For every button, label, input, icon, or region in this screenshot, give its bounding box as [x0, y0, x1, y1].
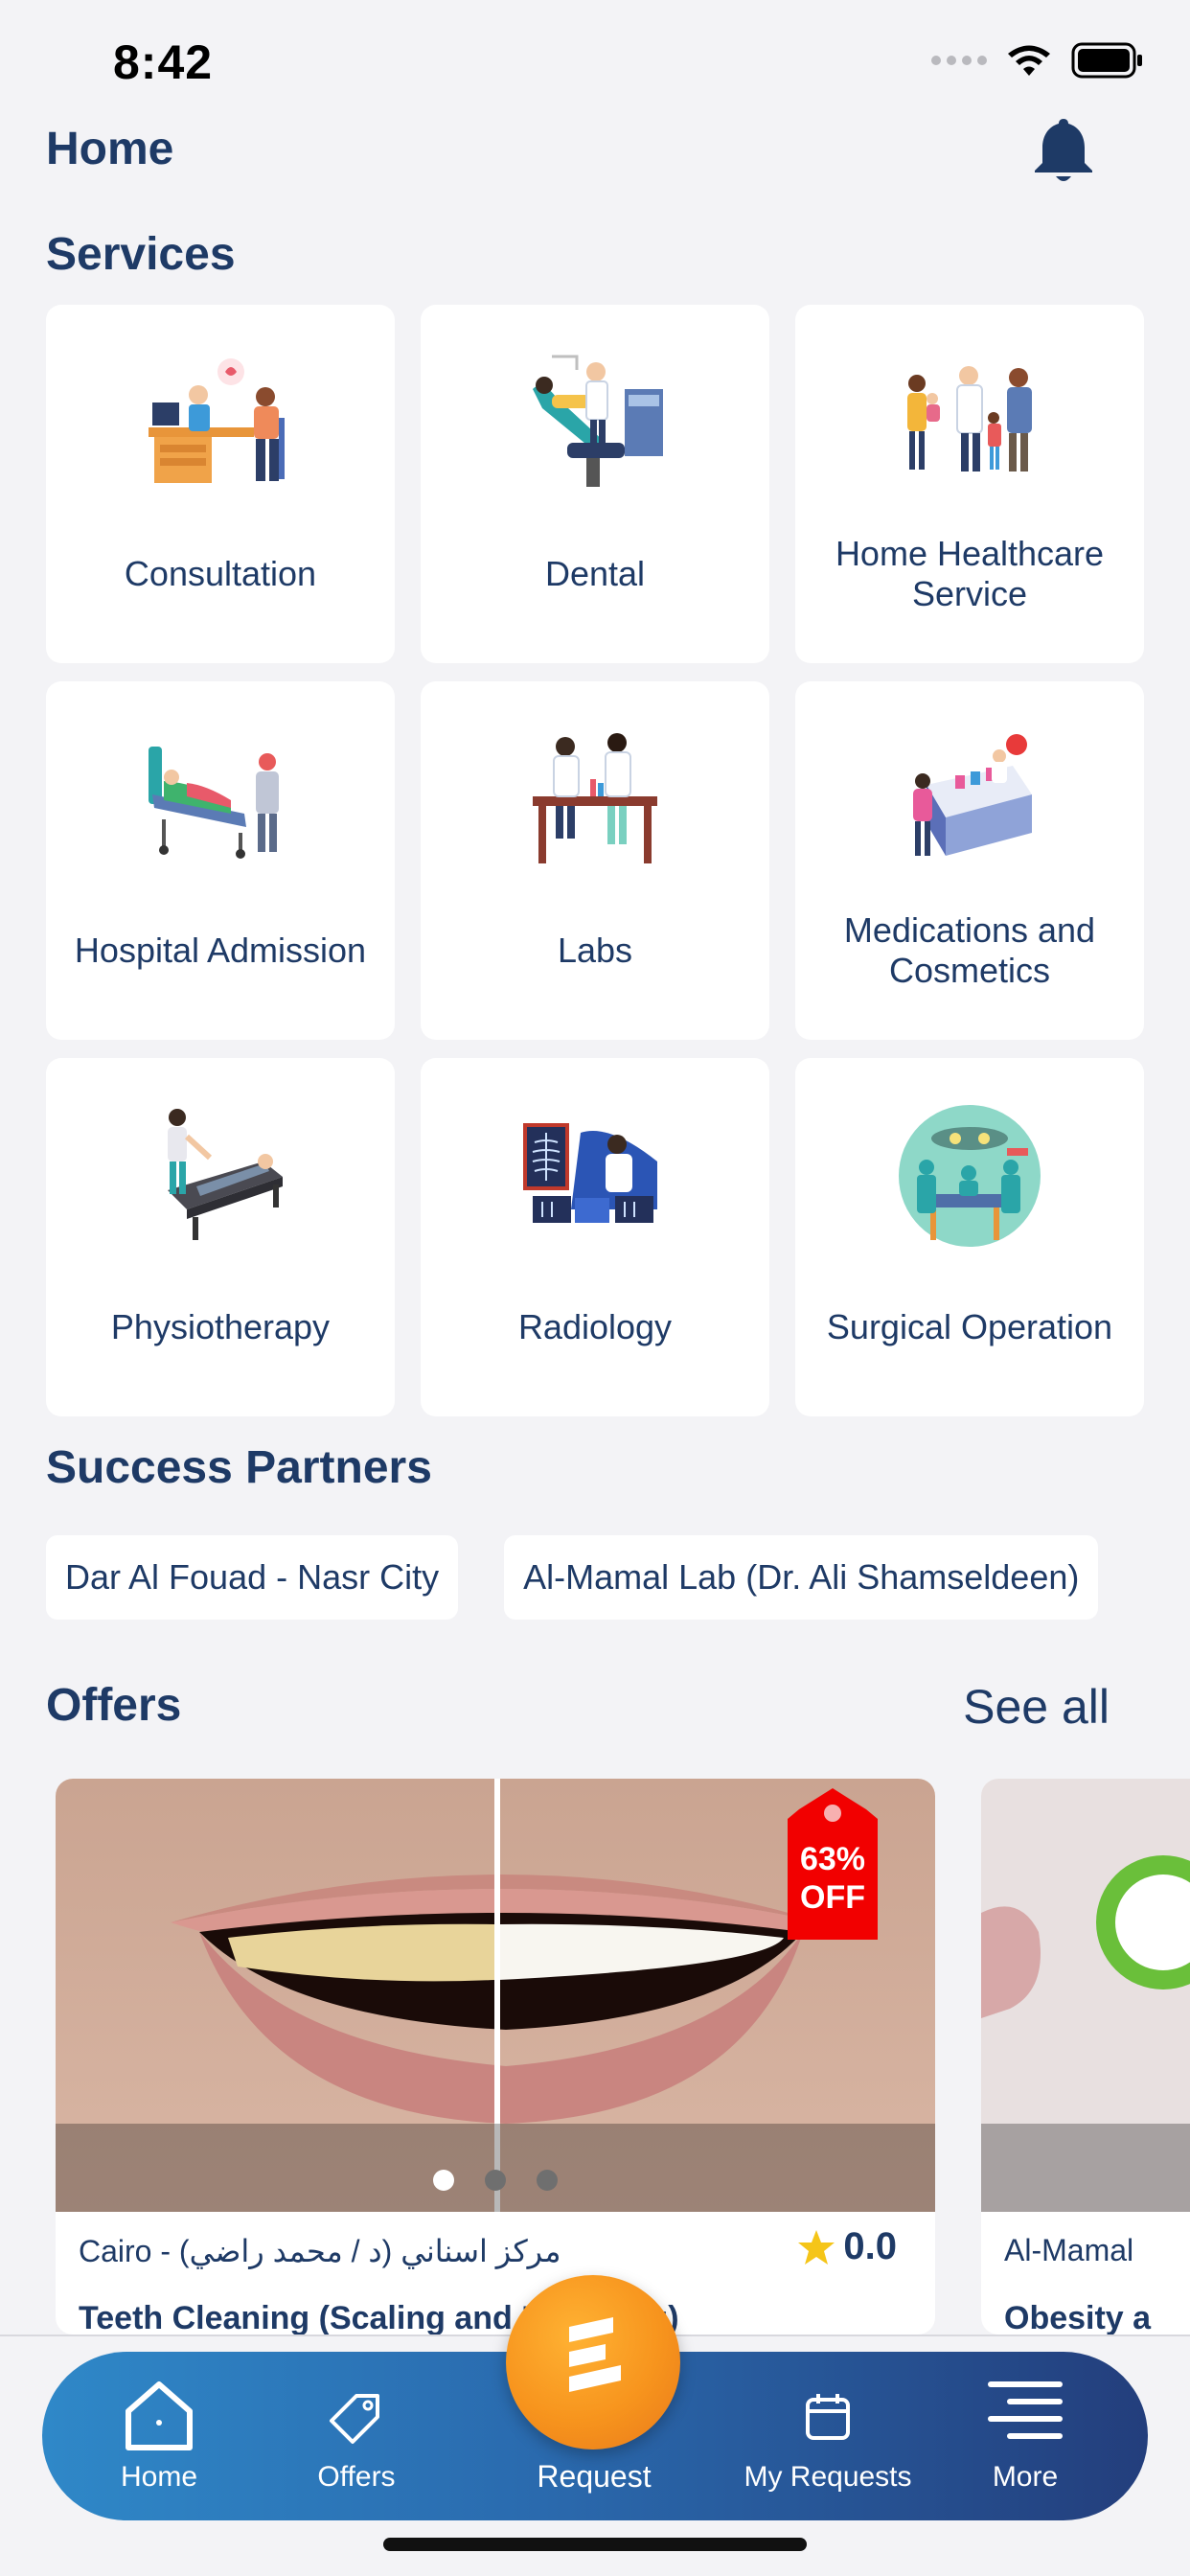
carousel-dot[interactable]: [433, 2170, 454, 2191]
services-grid: Consultation Dental Home Healthcare Serv…: [46, 305, 1144, 1416]
tab-my-requests[interactable]: My Requests: [732, 2352, 924, 2520]
partners-list: Dar Al Fouad - Nasr City Al-Mamal Lab (D…: [46, 1535, 1099, 1620]
labs-illustration-icon: [533, 733, 657, 863]
service-label: Consultation: [124, 554, 317, 593]
service-card-consultation[interactable]: Consultation: [46, 305, 395, 663]
partner-chip[interactable]: Dar Al Fouad - Nasr City: [46, 1535, 459, 1620]
status-time: 8:42: [113, 35, 214, 89]
request-logo-icon: [569, 2317, 621, 2392]
service-label: Physiotherapy: [110, 1307, 331, 1346]
offer-rating: 0.0: [797, 2225, 897, 2268]
page-title: Home: [46, 124, 174, 174]
service-card-radiology[interactable]: Radiology: [421, 1058, 769, 1416]
service-label: Surgical Operation: [826, 1307, 1113, 1346]
service-card-medications[interactable]: Medications and Cosmetics: [795, 681, 1144, 1040]
status-bar: 8:42: [0, 0, 1190, 115]
tab-offers[interactable]: Offers: [261, 2352, 452, 2520]
offer-title: Obesity a: [1004, 2300, 1152, 2334]
wifi-icon: [1008, 45, 1050, 76]
discount-suffix: OFF: [800, 1879, 865, 1916]
tab-label: My Requests: [744, 2461, 912, 2493]
partner-chip[interactable]: Al-Mamal Lab (Dr. Ali Shamseldeen): [504, 1535, 1099, 1620]
pharmacy-illustration-icon: [913, 734, 1032, 856]
hospital-bed-illustration-icon: [149, 747, 279, 859]
calendar-icon: [806, 2394, 850, 2440]
cellular-signal-icon: [931, 56, 987, 65]
home-icon: [126, 2381, 193, 2450]
service-card-hospital-admission[interactable]: Hospital Admission: [46, 681, 395, 1040]
service-label: Hospital Admission: [74, 931, 367, 970]
service-card-physiotherapy[interactable]: Physiotherapy: [46, 1058, 395, 1416]
radiology-illustration-icon: [523, 1123, 657, 1223]
surgery-illustration-icon: [899, 1105, 1041, 1247]
service-label: Dental: [544, 554, 646, 593]
menu-icon: [988, 2381, 1063, 2439]
carousel-dot[interactable]: [537, 2170, 558, 2191]
star-icon: [798, 2229, 835, 2265]
partners-section-title: Success Partners: [46, 1442, 432, 1493]
rating-value: 0.0: [843, 2225, 897, 2267]
service-card-labs[interactable]: Labs: [421, 681, 769, 1040]
home-healthcare-illustration-icon: [907, 366, 1032, 472]
home-indicator: [383, 2538, 807, 2551]
dental-illustration-icon: [533, 355, 663, 487]
discount-percent: 63%: [799, 1841, 866, 1877]
service-label: Home Healthcare Service: [835, 534, 1105, 613]
service-card-home-healthcare[interactable]: Home Healthcare Service: [795, 305, 1144, 663]
carousel-dot[interactable]: [485, 2170, 506, 2191]
service-label: Radiology: [517, 1307, 673, 1346]
carousel-dots: [56, 2170, 935, 2191]
discount-badge: 63% OFF: [780, 1840, 885, 1917]
service-label: Medications and Cosmetics: [843, 910, 1096, 990]
offer-card[interactable]: Al-Mamal Obesity a: [981, 1779, 1190, 2334]
tab-more[interactable]: More: [929, 2352, 1121, 2520]
service-card-dental[interactable]: Dental: [421, 305, 769, 663]
request-label[interactable]: Request: [498, 2459, 690, 2495]
service-card-surgical-operation[interactable]: Surgical Operation: [795, 1058, 1144, 1416]
services-section-title: Services: [46, 229, 236, 280]
tag-icon: [330, 2394, 379, 2444]
physiotherapy-illustration-icon: [168, 1109, 283, 1240]
obesity-offer-image: [981, 1779, 1190, 2212]
offer-location: Al-Mamal: [1004, 2233, 1134, 2267]
see-all-offers-link[interactable]: See all: [963, 1679, 1110, 1735]
tab-label: Offers: [317, 2461, 396, 2493]
tab-label: Home: [120, 2461, 198, 2493]
offers-section-title: Offers: [46, 1680, 182, 1731]
battery-icon: [1071, 42, 1142, 79]
consultation-illustration-icon: [149, 358, 285, 483]
offer-card[interactable]: 63% OFF Cairo - مركز اسناني (د / محمد را…: [56, 1779, 935, 2334]
request-button[interactable]: [506, 2275, 680, 2450]
tab-home[interactable]: Home: [63, 2352, 255, 2520]
notification-bell-icon[interactable]: [1027, 113, 1100, 186]
status-icons: [931, 42, 1144, 79]
service-label: Labs: [557, 931, 633, 970]
offer-location: Cairo - مركز اسناني (د / محمد راضي): [79, 2234, 561, 2268]
tab-label: More: [992, 2461, 1059, 2493]
